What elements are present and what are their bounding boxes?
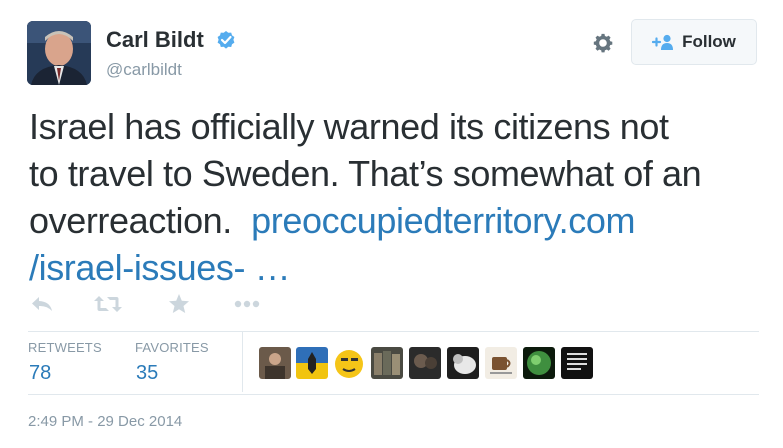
- retweets-count[interactable]: 78: [29, 362, 51, 385]
- author-avatar[interactable]: [27, 21, 91, 85]
- author-photo: [27, 21, 91, 85]
- tweet-line: overreaction.: [29, 200, 232, 241]
- favoriter-photo: [485, 347, 517, 379]
- add-user-icon: [652, 34, 674, 50]
- author-name[interactable]: Carl Bildt: [106, 27, 204, 53]
- favoriter-avatar[interactable]: [561, 347, 593, 379]
- favoriter-avatar[interactable]: [523, 347, 555, 379]
- author-handle[interactable]: @carlbildt: [106, 60, 182, 80]
- retweet-icon[interactable]: [94, 295, 122, 313]
- favoriter-photo: [371, 347, 403, 379]
- reply-icon[interactable]: [30, 295, 54, 313]
- favoriter-photo: [447, 347, 479, 379]
- tweet-timestamp[interactable]: 2:49 PM - 29 Dec 2014: [28, 413, 182, 430]
- divider: [28, 394, 759, 395]
- favoriter-photo: [523, 347, 555, 379]
- gear-icon[interactable]: [591, 31, 615, 55]
- follow-button[interactable]: Follow: [631, 19, 757, 65]
- favoriter-photo: [259, 347, 291, 379]
- tweet-line: Israel has officially warned its citizen…: [29, 106, 669, 147]
- favoriter-avatar[interactable]: [447, 347, 479, 379]
- tweet-link-continued[interactable]: /israel-issues-: [29, 247, 245, 288]
- more-icon[interactable]: [234, 300, 260, 308]
- tweet-link-ellipsis[interactable]: …: [255, 247, 291, 288]
- favoriter-photo: [561, 347, 593, 379]
- favoriter-avatar[interactable]: [259, 347, 291, 379]
- retweets-label: RETWEETS: [28, 340, 102, 355]
- verified-badge-icon: [217, 31, 235, 49]
- favoriter-photo: [409, 347, 441, 379]
- favorites-label: FAVORITES: [135, 340, 209, 355]
- favoriter-avatar[interactable]: [333, 347, 365, 379]
- stats-divider: [242, 332, 243, 392]
- tweet-link[interactable]: preoccupiedterritory.com: [251, 200, 635, 241]
- tweet-line: to travel to Sweden. That’s somewhat of …: [29, 153, 702, 194]
- favoriter-avatar[interactable]: [371, 347, 403, 379]
- favoriter-avatar[interactable]: [485, 347, 517, 379]
- tweet-text: Israel has officially warned its citizen…: [29, 103, 759, 291]
- favoriter-avatar[interactable]: [409, 347, 441, 379]
- favoriter-photo: [333, 347, 365, 379]
- follow-label: Follow: [682, 32, 736, 51]
- favoriter-avatar[interactable]: [296, 347, 328, 379]
- favorite-icon[interactable]: [168, 293, 190, 315]
- divider: [28, 331, 759, 332]
- favoriter-photo: [296, 347, 328, 379]
- favorites-count[interactable]: 35: [136, 362, 158, 385]
